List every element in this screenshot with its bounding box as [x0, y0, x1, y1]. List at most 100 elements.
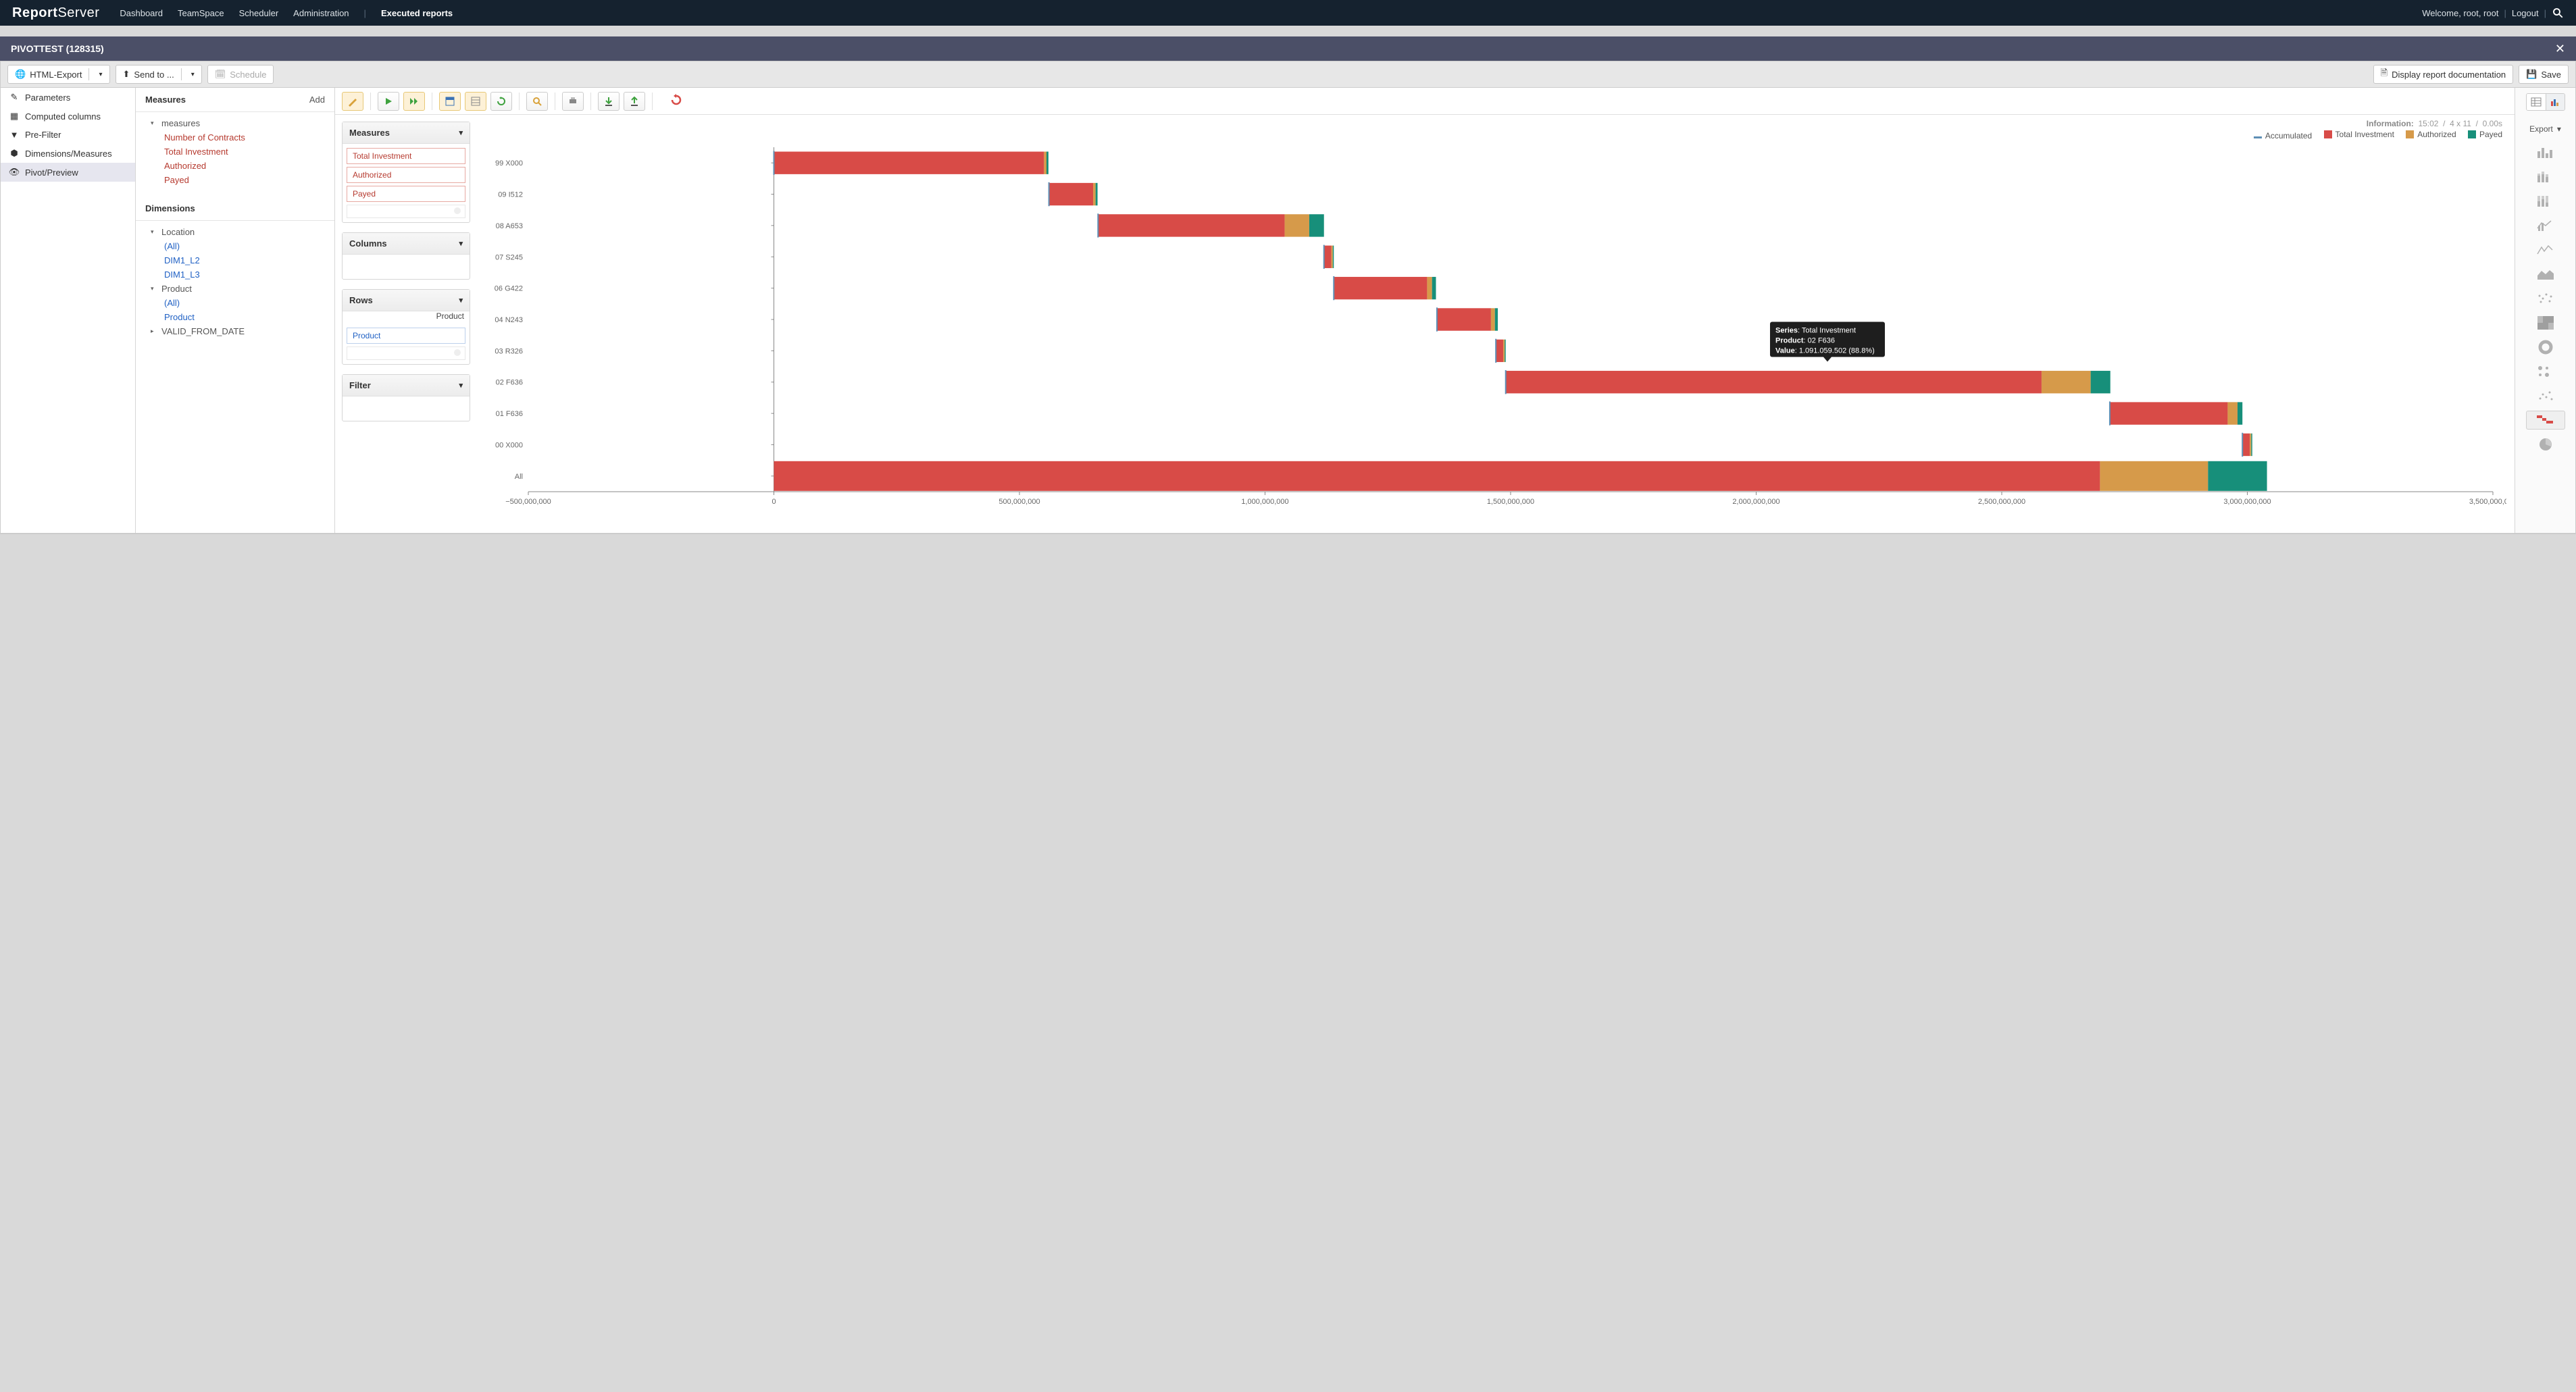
dim-valid-from[interactable]: ▸ VALID_FROM_DATE — [145, 324, 325, 338]
download-button[interactable] — [598, 92, 620, 111]
legend-total-investment: Total Investment — [2324, 130, 2394, 139]
charttype-donut[interactable] — [2526, 338, 2565, 357]
run-all-button[interactable] — [403, 92, 425, 111]
chart-view-button[interactable] — [2546, 94, 2565, 110]
run-button[interactable] — [378, 92, 399, 111]
tree-group-measures[interactable]: ▾ measures — [145, 116, 325, 130]
add-measure-link[interactable]: Add — [309, 95, 325, 105]
leftnav-label: Pivot/Preview — [25, 167, 78, 178]
charttype-combo[interactable] — [2526, 216, 2565, 235]
leftnav-pivot-preview[interactable]: 👁 Pivot/Preview — [1, 163, 135, 182]
leftnav-pre-filter[interactable]: ▼ Pre-Filter — [1, 126, 135, 144]
dimensions-tree: ▾ Location (All) DIM1_L2 DIM1_L3 ▾ Produ… — [136, 221, 334, 348]
logout-link[interactable]: Logout — [2512, 8, 2539, 18]
send-to-button[interactable]: ⬆ Send to ... ▾ — [116, 65, 202, 84]
print-button[interactable] — [562, 92, 584, 111]
chip-authorized[interactable]: Authorized — [347, 167, 465, 183]
measure-item[interactable]: Total Investment — [145, 145, 325, 159]
display-doc-button[interactable]: 🗎 Display report documentation — [2373, 65, 2514, 84]
zone-title: Rows — [349, 295, 373, 305]
svg-text:09 I512: 09 I512 — [498, 191, 523, 199]
save-label: Save — [2541, 70, 2561, 80]
nav-sep3: | — [2544, 8, 2546, 18]
svg-text:500,000,000: 500,000,000 — [999, 498, 1040, 506]
upload-icon: ⬆ — [123, 69, 130, 80]
charttype-bubble-grid[interactable] — [2526, 362, 2565, 381]
svg-text:06 G422: 06 G422 — [495, 285, 523, 293]
leftnav-dimensions-measures[interactable]: ⬢ Dimensions/Measures — [1, 144, 135, 163]
zone-columns[interactable]: Columns▾ — [342, 232, 470, 280]
chip-payed[interactable]: Payed — [347, 186, 465, 202]
leftnav-label: Dimensions/Measures — [25, 149, 112, 159]
dim-item[interactable]: Product — [145, 310, 325, 324]
nav-scheduler[interactable]: Scheduler — [239, 8, 279, 18]
collapse-icon: ▾ — [151, 285, 157, 292]
zone-title: Measures — [349, 128, 390, 138]
zone-rows[interactable]: Rows▾ Product Product — [342, 289, 470, 365]
nav-administration[interactable]: Administration — [293, 8, 349, 18]
chevron-down-icon: ▾ — [459, 128, 463, 137]
svg-text:2,500,000,000: 2,500,000,000 — [1978, 498, 2025, 506]
nav-teamspace[interactable]: TeamSpace — [178, 8, 224, 18]
charttype-pie[interactable] — [2526, 435, 2565, 454]
close-icon[interactable]: ✕ — [2555, 42, 2565, 56]
zoom-button[interactable] — [526, 92, 548, 111]
charttype-line[interactable] — [2526, 240, 2565, 259]
display-doc-label: Display report documentation — [2392, 70, 2506, 80]
schedule-button: 🗓 Schedule — [207, 65, 274, 84]
leftnav-computed-columns[interactable]: ▦ Computed columns — [1, 107, 135, 126]
refresh-button[interactable] — [490, 92, 512, 111]
nav-executed-reports[interactable]: Executed reports — [381, 8, 453, 18]
charttype-heatmap[interactable] — [2526, 313, 2565, 332]
charttype-dot[interactable] — [2526, 289, 2565, 308]
eye-icon: 👁 — [9, 167, 20, 178]
html-export-button[interactable]: 🌐 HTML-Export ▾ — [7, 65, 110, 84]
measures-title: Measures — [145, 95, 186, 105]
charttype-bar[interactable] — [2526, 143, 2565, 162]
charttype-stacked-bar[interactable] — [2526, 167, 2565, 186]
zone-measures[interactable]: Measures ▾ Total Investment Authorized Pa… — [342, 122, 470, 223]
dim-item[interactable]: DIM1_L3 — [145, 267, 325, 282]
table-view-button[interactable] — [2527, 94, 2546, 110]
dim-item[interactable]: DIM1_L2 — [145, 253, 325, 267]
edit-mode-button[interactable] — [342, 92, 363, 111]
dim-item[interactable]: (All) — [145, 239, 325, 253]
charttype-100-bar[interactable] — [2526, 192, 2565, 211]
save-button[interactable]: 💾 Save — [2519, 65, 2569, 84]
measure-item[interactable]: Payed — [145, 173, 325, 187]
reset-button[interactable] — [670, 94, 682, 108]
dim-location[interactable]: ▾ Location — [145, 225, 325, 239]
measures-tree: ▾ measures Number of Contracts Total Inv… — [136, 112, 334, 197]
chart-area: Information: 15:02 / 4 x 11 / 0.00s Accu… — [477, 115, 2515, 533]
measure-item[interactable]: Number of Contracts — [145, 130, 325, 145]
doc-icon: 🗎 — [2381, 67, 2388, 82]
dim-product[interactable]: ▾ Product — [145, 282, 325, 296]
center-column: Measures ▾ Total Investment Authorized Pa… — [335, 88, 2515, 533]
chip-dropzone[interactable] — [347, 205, 465, 218]
welcome-text: Welcome, root, root — [2422, 8, 2498, 18]
svg-text:3,500,000,000: 3,500,000,000 — [2469, 498, 2506, 506]
export-dropdown[interactable]: Export▾ — [2529, 124, 2561, 134]
measure-item[interactable]: Authorized — [145, 159, 325, 173]
zone-sub-label: Product — [343, 311, 470, 324]
search-icon[interactable] — [2552, 7, 2564, 19]
charttype-area[interactable] — [2526, 265, 2565, 284]
grid-button[interactable] — [465, 92, 486, 111]
collapse-icon: ▾ — [151, 120, 157, 127]
nav-dashboard[interactable]: Dashboard — [120, 8, 163, 18]
chip-dropzone[interactable] — [347, 346, 465, 360]
charttype-scatter[interactable] — [2526, 386, 2565, 405]
leftnav-parameters[interactable]: ✎ Parameters — [1, 88, 135, 107]
charttype-waterfall[interactable] — [2526, 411, 2565, 430]
dim-item[interactable]: (All) — [145, 296, 325, 310]
chip-total-investment[interactable]: Total Investment — [347, 148, 465, 164]
pivot-toolbar — [335, 88, 2515, 115]
brand-logo: ReportServer — [12, 5, 99, 21]
grid-config-button[interactable] — [439, 92, 461, 111]
report-titlebar: PIVOTTEST (128315) ✕ — [0, 36, 2576, 61]
chip-product[interactable]: Product — [347, 328, 465, 344]
chevron-down-icon: ▾ — [2557, 124, 2561, 134]
zone-filter[interactable]: Filter▾ — [342, 374, 470, 421]
html-export-label: HTML-Export — [30, 70, 82, 80]
upload-button[interactable] — [624, 92, 645, 111]
